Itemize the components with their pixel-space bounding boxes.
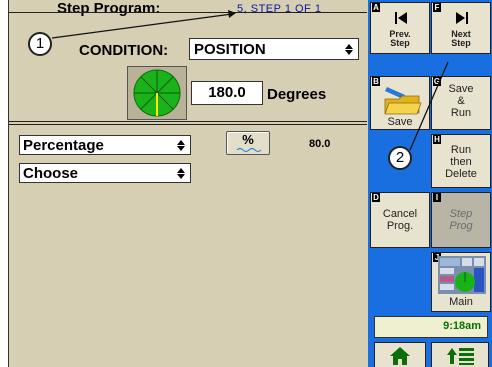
step-program-screen: Step Program: 5, STEP 1 OF 1 CONDITION: … — [0, 0, 492, 367]
callout-marker-2: 2 — [388, 146, 412, 170]
callout-marker-1: 1 — [28, 32, 52, 56]
callout-lines — [51, 10, 449, 151]
